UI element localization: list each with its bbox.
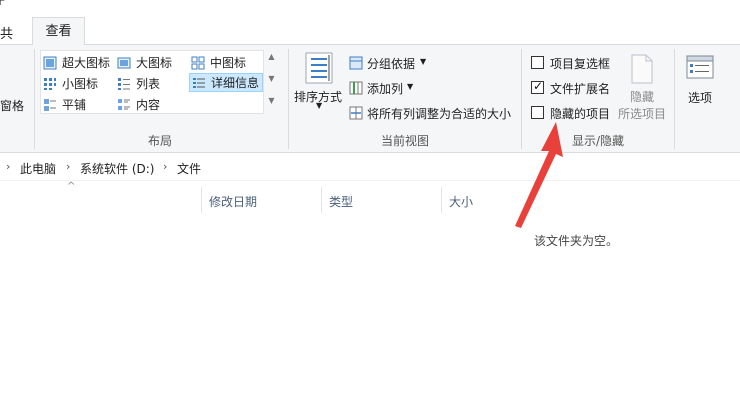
- sort-dropdown-icon: ▼: [316, 101, 323, 110]
- item-checkboxes-checkbox[interactable]: [531, 56, 544, 69]
- group-separator: [288, 49, 289, 149]
- layout-item-label: 详细信息: [211, 76, 260, 90]
- layout-item-label: 超大图标: [62, 56, 111, 70]
- content-icon: [118, 98, 130, 110]
- layout-item-label: 大图标: [136, 56, 173, 70]
- group-label-show-hide: 显示/隐藏: [571, 134, 625, 148]
- sort-icon: [305, 52, 333, 84]
- hide-document-icon: [631, 54, 653, 84]
- ribbon: 窗格 超大图标 大图标 中图标 小图标 列表 详细信息 平铺 内容 ▲ ▼ ▼ …: [0, 45, 740, 153]
- empty-folder-message: 该文件夹为空。: [534, 234, 619, 248]
- list-icon: [118, 77, 130, 90]
- breadcrumb-folder[interactable]: 文件: [177, 160, 201, 177]
- gallery-scroll-down-icon[interactable]: ▼: [267, 74, 276, 83]
- checkmark-icon: ✓: [533, 79, 544, 93]
- layout-extra-large-icons[interactable]: 超大图标: [43, 53, 115, 72]
- layout-list[interactable]: 列表: [117, 74, 189, 93]
- add-columns-icon: [349, 81, 363, 95]
- group-by-dropdown-icon: ▼: [420, 57, 427, 66]
- tiles-icon: [44, 98, 56, 111]
- column-header-modified[interactable]: 修改日期: [209, 193, 257, 210]
- group-separator: [34, 49, 35, 149]
- large-icons-icon: [117, 57, 131, 68]
- group-separator: [521, 49, 522, 149]
- layout-content[interactable]: 内容: [117, 95, 189, 114]
- extra-large-icons-icon: [43, 56, 57, 69]
- ribbon-tab-strip: F 共享 查看: [0, 0, 740, 61]
- group-by-icon: [349, 56, 363, 70]
- chevron-right-icon[interactable]: ›: [163, 160, 167, 173]
- group-label-layout: 布局: [147, 134, 172, 148]
- file-extensions-checkbox[interactable]: ✓: [531, 79, 544, 94]
- layout-item-label: 中图标: [210, 56, 247, 70]
- tab-partial-label: F: [0, 0, 6, 9]
- group-label-current-view: 当前视图: [380, 134, 429, 148]
- sort-ascending-icon: ^: [67, 181, 76, 192]
- hide-selected-label-line1: 隐藏: [630, 90, 655, 104]
- options-label: 选项: [688, 91, 713, 105]
- add-columns-dropdown-icon: ▼: [407, 82, 414, 91]
- layout-details[interactable]: 详细信息: [189, 73, 263, 92]
- layout-tiles[interactable]: 平铺: [43, 95, 115, 114]
- layout-large-icons[interactable]: 大图标: [117, 53, 189, 72]
- options-icon: [686, 55, 714, 79]
- column-divider[interactable]: [441, 187, 442, 213]
- breadcrumb-drive-d[interactable]: 系统软件 (D:): [80, 160, 154, 177]
- hide-selected-label-line2: 所选项目: [618, 107, 667, 121]
- layout-item-label: 平铺: [62, 98, 87, 112]
- tab-view[interactable]: 查看: [32, 17, 85, 46]
- hidden-items-label: 隐藏的项目: [550, 107, 611, 121]
- size-columns-icon: [349, 106, 363, 120]
- column-header-size[interactable]: 大小: [449, 193, 473, 210]
- item-checkboxes-label: 项目复选框: [550, 57, 611, 71]
- layout-item-label: 小图标: [62, 77, 99, 91]
- address-bar[interactable]: › 此电脑 › 系统软件 (D:) › 文件: [0, 153, 740, 181]
- layout-gallery-scroll[interactable]: ▲ ▼ ▼: [265, 50, 278, 114]
- breadcrumb-this-pc[interactable]: 此电脑: [20, 160, 56, 177]
- layout-medium-icons[interactable]: 中图标: [191, 53, 263, 72]
- chevron-right-icon[interactable]: ›: [66, 160, 70, 173]
- layout-small-icons[interactable]: 小图标: [43, 74, 115, 93]
- navigation-pane-button[interactable]: 窗格: [0, 97, 24, 114]
- group-separator: [674, 49, 675, 149]
- group-by-label: 分组依据: [367, 57, 416, 71]
- column-header-type[interactable]: 类型: [329, 193, 353, 210]
- hidden-items-checkbox[interactable]: [531, 106, 544, 119]
- layout-item-label: 列表: [136, 77, 161, 91]
- column-divider[interactable]: [201, 187, 202, 213]
- layout-item-label: 内容: [136, 98, 161, 112]
- small-icons-icon: [44, 77, 56, 90]
- size-all-columns-label: 将所有列调整为合适的大小: [367, 107, 512, 121]
- file-extensions-label: 文件扩展名: [550, 82, 611, 96]
- add-columns-label: 添加列: [367, 82, 404, 96]
- details-icon: [193, 77, 205, 88]
- gallery-expand-icon[interactable]: ▼: [267, 96, 276, 105]
- gallery-scroll-up-icon[interactable]: ▲: [267, 52, 276, 61]
- medium-icons-icon: [191, 56, 205, 69]
- column-divider[interactable]: [321, 187, 322, 213]
- layout-gallery: 超大图标 大图标 中图标 小图标 列表 详细信息 平铺 内容: [40, 50, 264, 114]
- chevron-right-icon: ›: [6, 160, 11, 173]
